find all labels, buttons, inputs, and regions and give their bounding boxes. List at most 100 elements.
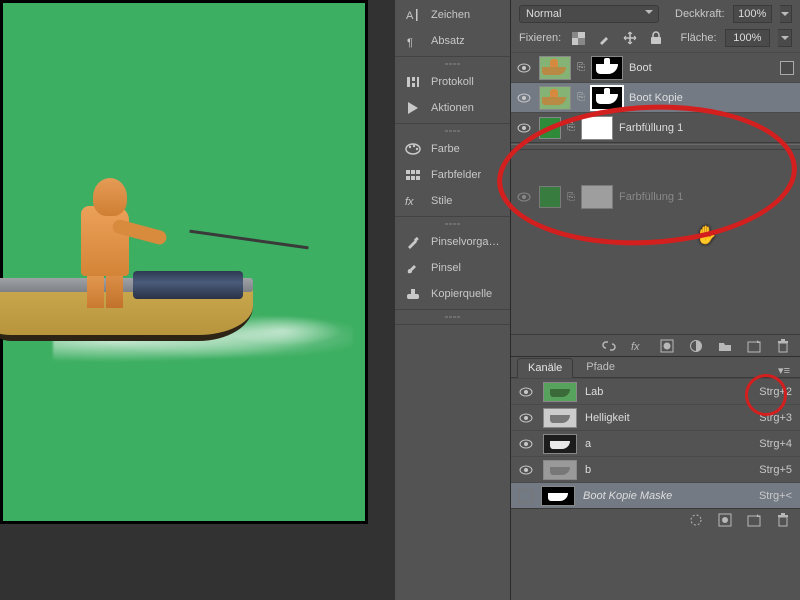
channels-tabs: Kanäle Pfade ▾≡ (511, 356, 800, 378)
add-mask-icon[interactable] (659, 338, 674, 353)
palette-brush[interactable]: Pinsel (395, 255, 510, 281)
fisherman (73, 176, 143, 291)
link-icon[interactable]: ⎘ (577, 62, 585, 73)
palette-brushpresets[interactable]: Pinselvorga… (395, 229, 510, 255)
fx-icon[interactable]: fx (630, 338, 645, 353)
paragraph-icon: ¶ (405, 33, 421, 49)
clonesource-icon (405, 286, 421, 302)
layer-name[interactable]: Farbfüllung 1 (619, 122, 683, 134)
palette-character[interactable]: A Zeichen (395, 2, 510, 28)
channel-thumbnail[interactable] (543, 408, 577, 428)
opacity-stepper[interactable] (780, 5, 792, 23)
document-canvas-area (0, 0, 395, 600)
new-channel-icon[interactable] (746, 512, 761, 527)
character-icon: A (405, 7, 421, 23)
layers-list: ⎘ Boot ⎘ Boot Kopie ⎘ Farbfüllung 1 (511, 50, 800, 334)
channel-shortcut: Strg+< (759, 490, 792, 502)
boat-cargo (133, 271, 243, 299)
swatches-icon (405, 167, 421, 183)
lock-label: Fixieren: (519, 32, 561, 44)
styles-icon: fx (405, 193, 421, 209)
lock-transparent-icon[interactable] (569, 30, 587, 46)
visibility-toggle[interactable] (519, 413, 535, 423)
palette-paragraph[interactable]: ¶ Absatz (395, 28, 510, 54)
layer-extras-icon[interactable] (780, 61, 794, 75)
blend-mode-value: Normal (526, 8, 561, 20)
trash-icon[interactable] (775, 338, 790, 353)
lock-position-icon[interactable] (621, 30, 639, 46)
palette-swatches[interactable]: Farbfelder (395, 162, 510, 188)
layers-footer: fx (511, 334, 800, 356)
channel-row[interactable]: Lab Strg+2 (511, 378, 800, 404)
channel-row[interactable]: a Strg+4 (511, 430, 800, 456)
fill-stepper[interactable] (778, 29, 792, 47)
visibility-toggle[interactable] (519, 465, 535, 475)
brushpresets-icon (405, 234, 421, 250)
layer-row[interactable]: ⎘ Farbfüllung 1 (511, 112, 800, 142)
channel-row[interactable]: b Strg+5 (511, 456, 800, 482)
layer-thumbnail[interactable] (539, 56, 571, 80)
svg-text:fx: fx (631, 341, 640, 353)
channel-thumbnail[interactable] (543, 382, 577, 402)
opacity-label: Deckkraft: (675, 8, 725, 20)
channel-row[interactable]: Boot Kopie Maske Strg+< (511, 482, 800, 508)
channel-thumbnail[interactable] (543, 460, 577, 480)
channel-name: a (585, 438, 591, 450)
layer-mask-thumbnail[interactable] (591, 56, 623, 80)
palette-label: Aktionen (431, 102, 474, 114)
palette-actions[interactable]: Aktionen (395, 95, 510, 121)
link-icon[interactable]: ⎘ (567, 122, 575, 133)
layer-row[interactable]: ⎘ Boot Kopie (511, 82, 800, 112)
channel-row[interactable]: Helligkeit Strg+3 (511, 404, 800, 430)
visibility-toggle (517, 192, 533, 202)
channel-name: Lab (585, 386, 603, 398)
visibility-toggle[interactable] (517, 93, 533, 103)
layer-name[interactable]: Boot (629, 62, 652, 74)
lock-all-icon[interactable] (647, 30, 665, 46)
channel-name: Helligkeit (585, 412, 630, 424)
visibility-toggle[interactable] (519, 489, 533, 503)
channel-thumbnail[interactable] (543, 434, 577, 454)
palette-styles[interactable]: fx Stile (395, 188, 510, 214)
fill-layer-thumbnail[interactable] (539, 117, 561, 139)
channels-footer (511, 508, 800, 530)
visibility-toggle[interactable] (517, 123, 533, 133)
fill-label: Fläche: (681, 32, 717, 44)
tab-paths[interactable]: Pfade (575, 357, 626, 377)
adjustment-layer-icon[interactable] (688, 338, 703, 353)
new-layer-icon[interactable] (746, 338, 761, 353)
layer-name[interactable]: Boot Kopie (629, 92, 683, 104)
fill-value[interactable]: 100% (725, 29, 771, 47)
blend-mode-select[interactable]: Normal (519, 5, 659, 23)
channels-list: Lab Strg+2 Helligkeit Strg+3 a Strg+4 b … (511, 378, 800, 508)
link-icon: ⎘ (567, 192, 575, 203)
palette-clonesource[interactable]: Kopierquelle (395, 281, 510, 307)
opacity-value[interactable]: 100% (733, 5, 772, 23)
canvas-frame[interactable] (0, 0, 368, 524)
palette-label: Kopierquelle (431, 288, 492, 300)
palette-color[interactable]: Farbe (395, 136, 510, 162)
link-icon[interactable]: ⎘ (577, 92, 585, 103)
history-icon (405, 74, 421, 90)
canvas[interactable] (3, 3, 365, 521)
visibility-toggle[interactable] (519, 439, 535, 449)
palette-history[interactable]: Protokoll (395, 69, 510, 95)
collapsed-palettes: A Zeichen ¶ Absatz Protokoll Aktionen (395, 0, 511, 600)
panel-menu-icon[interactable]: ▾≡ (778, 364, 794, 377)
trash-icon[interactable] (775, 512, 790, 527)
layer-lock-row: Fixieren: Fläche: 100% (511, 26, 800, 50)
layer-mask-thumbnail[interactable] (581, 116, 613, 140)
layer-mask-thumbnail[interactable] (591, 86, 623, 110)
link-layers-icon[interactable] (601, 338, 616, 353)
layer-thumbnail[interactable] (539, 86, 571, 110)
save-selection-icon[interactable] (717, 512, 732, 527)
visibility-toggle[interactable] (519, 387, 535, 397)
tab-channels[interactable]: Kanäle (517, 358, 573, 378)
visibility-toggle[interactable] (517, 63, 533, 73)
layer-row[interactable]: ⎘ Boot (511, 52, 800, 82)
load-selection-icon[interactable] (688, 512, 703, 527)
channel-thumbnail[interactable] (541, 486, 575, 506)
channel-shortcut: Strg+5 (759, 464, 792, 476)
group-icon[interactable] (717, 338, 732, 353)
lock-pixels-icon[interactable] (595, 30, 613, 46)
